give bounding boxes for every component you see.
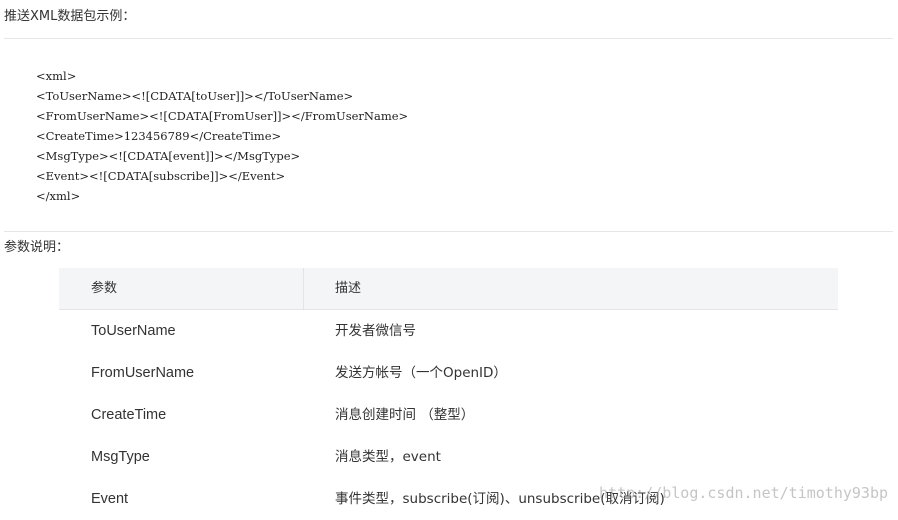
- param-name: ToUserName: [91, 323, 176, 339]
- watermark: http://blog.csdn.net/timothy93bp: [599, 484, 888, 502]
- code-line: <Event><![CDATA[subscribe]]></Event>: [36, 169, 286, 183]
- param-description: 开发者微信号: [335, 323, 416, 339]
- column-header-param: 参数: [91, 281, 118, 296]
- param-name: CreateTime: [91, 407, 167, 423]
- param-description: 消息类型，event: [335, 449, 441, 465]
- xml-code-block: <xml> <ToUserName><![CDATA[toUser]]></To…: [36, 66, 408, 206]
- table-row: CreateTime 消息创建时间 （整型）: [59, 394, 838, 436]
- param-description: 发送方帐号（一个OpenID）: [335, 365, 507, 381]
- divider: [4, 231, 893, 232]
- parameter-table: 参数 描述 ToUserName 开发者微信号 FromUserName 发送方…: [59, 268, 838, 520]
- param-description-heading: 参数说明：: [4, 240, 70, 255]
- table-header-row: 参数 描述: [59, 268, 838, 310]
- code-line: <ToUserName><![CDATA[toUser]]></ToUserNa…: [36, 89, 354, 103]
- param-description: 消息创建时间 （整型）: [335, 407, 475, 423]
- table-row: ToUserName 开发者微信号: [59, 310, 838, 352]
- code-line: <CreateTime>123456789</CreateTime>: [36, 129, 282, 143]
- column-separator: [303, 268, 304, 309]
- code-line: <MsgType><![CDATA[event]]></MsgType>: [36, 149, 301, 163]
- column-header-description: 描述: [335, 281, 362, 296]
- table-row: MsgType 消息类型，event: [59, 436, 838, 478]
- divider: [4, 38, 893, 39]
- table-row: FromUserName 发送方帐号（一个OpenID）: [59, 352, 838, 394]
- code-line: <xml>: [36, 69, 77, 83]
- param-name: FromUserName: [91, 365, 195, 381]
- code-line: </xml>: [36, 189, 81, 203]
- param-name: Event: [91, 491, 129, 507]
- param-name: MsgType: [91, 449, 150, 465]
- code-line: <FromUserName><![CDATA[FromUser]]></From…: [36, 109, 409, 123]
- push-xml-example-heading: 推送XML数据包示例：: [4, 9, 136, 24]
